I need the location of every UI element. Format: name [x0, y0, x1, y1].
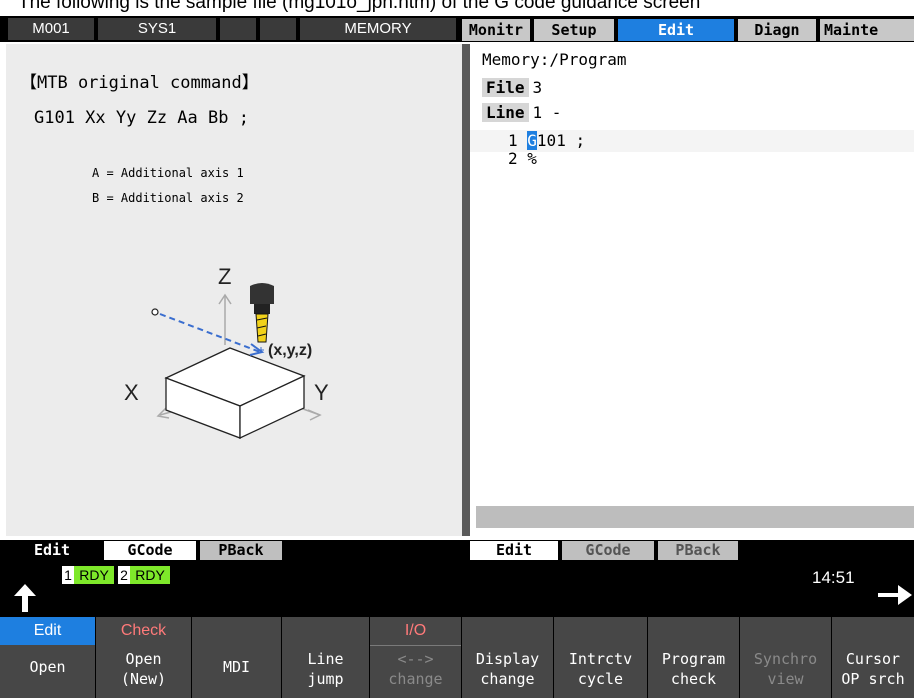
program-line[interactable]: 1 G101 ; [508, 131, 585, 150]
fkey-check-label: Check [120, 622, 167, 639]
fkey-display-change-label: Display change [475, 650, 540, 688]
machine-cell: M001 [8, 18, 94, 40]
fkey-synchro-view-top [740, 617, 831, 645]
fkey-open[interactable]: Edit Open [0, 617, 96, 698]
fkey-line-jump-label: Line jump [307, 650, 344, 688]
tab-maintenance[interactable]: Mainte [820, 19, 914, 41]
caption-text: The following is the sample file (mg101o… [18, 0, 701, 13]
tab-monitor[interactable]: Monitr [462, 19, 530, 41]
line-label: Line [482, 103, 529, 122]
guidance-note-b: B = Additional axis 2 [92, 191, 244, 205]
left-mode-pback[interactable]: PBack [200, 541, 282, 560]
file-label: File [482, 78, 529, 97]
fkey-interactive-cycle-top [554, 617, 647, 645]
mode-cell: MEMORY [300, 18, 456, 40]
point-label: (x,y,z) [268, 342, 313, 359]
up-arrow-icon[interactable] [8, 582, 42, 614]
fkey-line-jump-top [282, 617, 369, 645]
fkey-cursor-op-search[interactable]: Cursor OP srch [832, 617, 914, 698]
right-mode-edit[interactable]: Edit [470, 541, 558, 560]
tool-icon [250, 283, 274, 343]
line-text: % [527, 149, 537, 168]
fkey-io-label: I/O [370, 617, 461, 646]
fkey-cursor-op-search-top [832, 617, 914, 645]
fkey-interactive-cycle-label: Intrctv cycle [568, 650, 633, 688]
system-cell: SYS1 [98, 18, 216, 40]
start-point-icon [151, 308, 159, 316]
fkey-mdi-top [192, 617, 281, 645]
x-axis-label: X [124, 380, 139, 405]
fkey-mdi[interactable]: MDI [192, 617, 282, 698]
line-number: 1 [508, 131, 518, 150]
line-text: 101 ; [536, 131, 586, 150]
pane-divider [462, 44, 470, 536]
program-path: Memory:/Program [482, 50, 627, 69]
right-mode-gcode[interactable]: GCode [562, 541, 654, 560]
tab-diagnosis[interactable]: Diagn [738, 19, 816, 41]
system2-number: 2 [118, 566, 130, 584]
left-mode-edit[interactable]: Edit [6, 541, 98, 560]
fkey-display-change-top [462, 617, 553, 645]
empty-cell-2 [260, 18, 296, 40]
line-row: Line 1 - [482, 103, 561, 122]
file-row: File 3 [482, 78, 542, 97]
line-value: 1 - [532, 103, 562, 122]
file-value: 3 [532, 78, 543, 97]
edit-cursor[interactable]: G [527, 131, 537, 150]
system1-number: 1 [62, 566, 74, 584]
clock: 14:51 [812, 568, 855, 587]
fkey-open-label: Open [29, 658, 66, 676]
fkey-synchro-view-label: Synchro view [753, 650, 818, 688]
fkey-line-jump[interactable]: Line jump [282, 617, 370, 698]
empty-cell-1 [220, 18, 256, 40]
fkey-mdi-label: MDI [222, 658, 251, 676]
system1-ready-badge: RDY [74, 566, 114, 584]
fkey-open-new[interactable]: Check Open (New) [96, 617, 192, 698]
system2-ready-badge: RDY [130, 566, 170, 584]
fkey-display-change[interactable]: Display change [462, 617, 554, 698]
tab-edit[interactable]: Edit [618, 19, 734, 41]
right-mode-pback[interactable]: PBack [658, 541, 738, 560]
fkey-program-check-label: Program check [661, 650, 726, 688]
guidance-command: G101 Xx Yy Zz Aa Bb ; [34, 108, 249, 128]
left-mode-gcode[interactable]: GCode [104, 541, 196, 560]
fkey-program-check[interactable]: Program check [648, 617, 740, 698]
fkey-edit-label: Edit [0, 617, 95, 645]
guidance-note-a: A = Additional axis 1 [92, 166, 244, 180]
right-arrow-icon[interactable] [876, 580, 914, 610]
guidance-heading: 【MTB original command】 [20, 73, 259, 93]
fkey-interactive-cycle[interactable]: Intrctv cycle [554, 617, 648, 698]
fkey-io-change: I/O <--> change [370, 617, 462, 698]
fkey-program-check-top [648, 617, 739, 645]
tab-setup[interactable]: Setup [534, 19, 614, 41]
fkey-cursor-op-search-label: Cursor OP srch [841, 650, 905, 688]
line-number: 2 [508, 149, 518, 168]
fkey-open-new-label: Open (New) [120, 650, 167, 688]
horizontal-scrollbar[interactable] [476, 506, 914, 528]
fkey-synchro-view: Synchro view [740, 617, 832, 698]
program-line[interactable]: 2 % [508, 149, 537, 168]
fkey-change-label: <--> change [388, 650, 443, 688]
z-axis-label: Z [218, 264, 232, 289]
y-axis-label: Y [314, 380, 329, 405]
